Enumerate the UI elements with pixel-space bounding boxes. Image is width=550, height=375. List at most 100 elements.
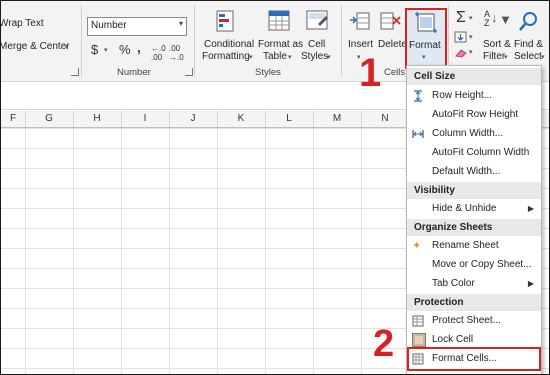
step-2-annotation: 2 [373,323,395,365]
insert-label: Insert [348,39,374,50]
find-select-button[interactable]: Find & Select ▾ [513,7,549,65]
comma-style-button[interactable]: ‚ [137,39,141,55]
number-format-value: Number [91,20,127,31]
sort-arrow-icon: ↓ [491,10,498,25]
format-cells-icon [415,12,437,33]
group-divider [194,5,195,77]
sort-filter-label-1: Sort & [483,39,511,50]
styles-group-label: Styles [255,67,281,78]
cells-group-label: Cells [384,67,406,78]
conditional-label-2: Formatting [202,51,250,62]
chevron-down-icon: ▾ [327,54,331,61]
menu-item-autofit-row-height[interactable]: AutoFit Row Height [407,106,541,124]
conditional-formatting-icon [216,10,234,32]
cell-styles-icon [306,10,328,30]
autosum-icon[interactable]: Σ [456,9,466,27]
menu-item-column-width[interactable]: Column Width... [407,125,541,143]
menu-item-label: Hide & Unhide [432,203,497,214]
clear-icon[interactable] [454,48,468,58]
alignment-launcher-icon[interactable] [71,68,79,76]
chevron-down-icon: ▾ [249,54,253,61]
menu-item-row-height[interactable]: Row Height... [407,87,541,105]
menu-item-label: Rename Sheet [432,240,499,251]
menu-item-label: Protect Sheet... [432,315,501,326]
format-as-table-button[interactable]: Format as Table ▾ [256,7,304,65]
number-format-select[interactable]: Number ▾ [87,17,187,36]
column-header[interactable]: H [73,111,122,127]
merge-dropdown-icon[interactable]: ▾ [65,43,69,51]
percent-button[interactable]: % [119,42,131,57]
section-label: Visibility [414,185,455,196]
menu-item-tab-color[interactable]: Tab Color ▶ [407,275,541,293]
column-header[interactable]: J [169,111,218,127]
section-label: Cell Size [414,71,456,82]
column-header[interactable]: L [265,111,314,127]
format-button[interactable]: Format ▾ [405,8,447,69]
menu-item-label: AutoFit Row Height [432,109,519,120]
currency-button[interactable]: $ [91,42,98,57]
conditional-formatting-button[interactable]: Conditional Formatting ▾ [199,7,255,65]
cell-styles-button[interactable]: Cell Styles ▾ [301,7,337,65]
section-visibility: Visibility [407,182,541,199]
menu-item-label: Move or Copy Sheet... [432,259,532,270]
wrap-text-label: Wrap Text [0,18,44,29]
insert-cells-icon [350,12,370,30]
format-table-label-1: Format as [258,39,304,50]
cell-styles-label-2: Styles [301,51,329,62]
format-table-label-2: Table [263,51,287,62]
menu-item-autofit-column-width[interactable]: AutoFit Column Width [407,144,541,162]
fill-icon[interactable] [454,31,468,43]
section-label: Protection [414,297,464,308]
chevron-down-icon: ▾ [288,54,292,61]
decrease-decimal-icon[interactable]: .00 →.0 [169,44,184,62]
chevron-down-icon: ▾ [422,54,426,61]
increase-decimal-icon[interactable]: ←.0.00 [151,44,166,62]
chevron-down-icon: ▾ [178,19,183,28]
clear-dropdown-icon[interactable]: ▾ [469,48,473,56]
menu-item-label: Row Height... [432,90,493,101]
section-label: Organize Sheets [414,222,493,233]
column-header[interactable]: G [25,111,74,127]
find-select-label-2: Select [514,51,542,62]
delete-label: Delete [378,39,407,50]
menu-item-move-copy-sheet[interactable]: Move or Copy Sheet... [407,256,541,274]
lock-cell-icon [412,333,426,347]
conditional-label-1: Conditional [204,39,255,50]
step-1-annotation: 1 [359,51,382,95]
section-organize-sheets: Organize Sheets [407,219,541,236]
group-divider [341,5,342,77]
format-dropdown-menu: Cell Size Row Height... AutoFit Row Heig… [406,65,542,374]
column-header[interactable]: F [1,111,26,127]
column-header[interactable]: K [217,111,266,127]
chevron-down-icon: ▾ [541,54,545,61]
sort-filter-label-2: Filter [483,51,506,62]
menu-item-default-width[interactable]: Default Width... [407,163,541,181]
section-protection: Protection [407,294,541,311]
menu-item-label: Default Width... [432,166,501,177]
menu-item-label: Tab Color [432,278,475,289]
menu-item-hide-unhide[interactable]: Hide & Unhide ▶ [407,200,541,218]
find-select-label-1: Find & [514,39,543,50]
cell-styles-label-1: Cell [308,39,326,50]
currency-dropdown-icon[interactable]: ▾ [104,46,108,54]
column-header[interactable]: M [313,111,362,127]
column-header[interactable]: N [361,111,410,127]
menu-item-protect-sheet[interactable]: Protect Sheet... [407,312,541,330]
chevron-down-icon: ▾ [504,54,508,61]
sort-filter-button[interactable]: AZ ↓ ▼ Sort & Filter ▾ [481,7,513,65]
number-launcher-icon[interactable] [185,68,193,76]
row-height-icon [414,90,422,102]
format-cells-highlight [407,347,541,371]
column-header[interactable]: I [121,111,170,127]
excel-window: Wrap Text Merge & Center ▾ Number ▾ $ ▾ … [0,0,550,375]
number-group-label: Number [117,67,151,78]
menu-item-rename-sheet[interactable]: ✦ Rename Sheet [407,237,541,255]
sort-az-icon: AZ [484,9,491,28]
autosum-dropdown-icon[interactable]: ▾ [469,14,473,22]
submenu-arrow-icon: ▶ [527,204,534,213]
submenu-arrow-icon: ▶ [527,279,534,288]
menu-item-label: Column Width... [432,128,504,139]
delete-cells-icon [380,12,401,30]
fill-dropdown-icon[interactable]: ▾ [469,33,473,41]
filter-funnel-icon: ▼ [499,12,512,27]
